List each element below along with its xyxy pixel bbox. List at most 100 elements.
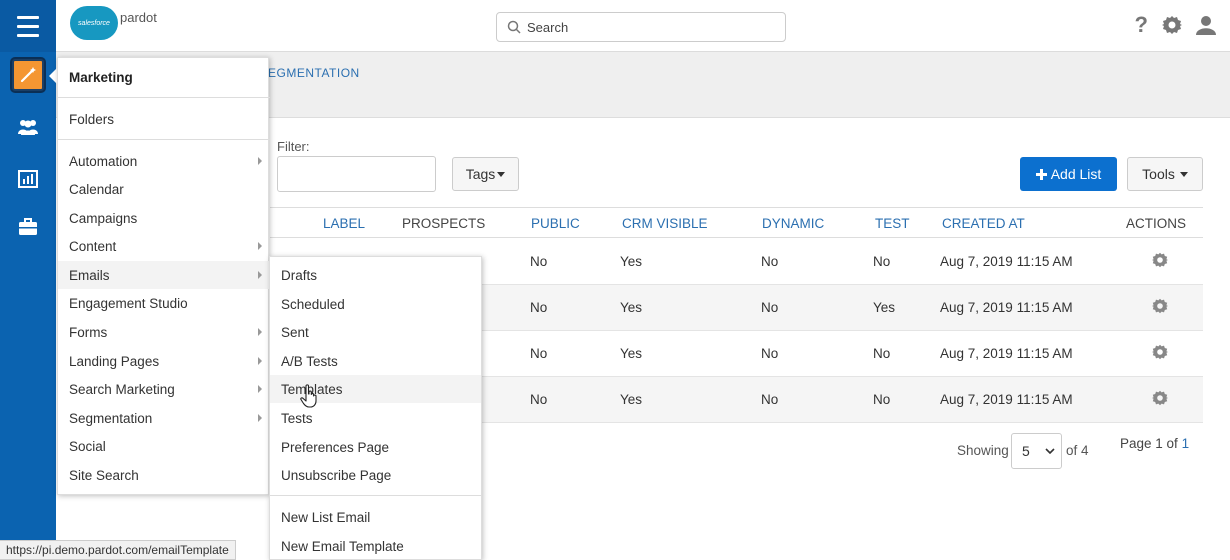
hamburger-icon bbox=[17, 13, 39, 40]
menu-item-engagement-studio[interactable]: Engagement Studio bbox=[58, 289, 270, 317]
menu-pointer bbox=[49, 68, 57, 84]
page-size-select[interactable]: 5 bbox=[1011, 433, 1062, 469]
menu-item-forms[interactable]: Forms bbox=[58, 318, 270, 346]
cell-created-at: Aug 7, 2019 11:15 AM bbox=[940, 392, 1073, 407]
cell-crm-visible: Yes bbox=[620, 254, 643, 269]
table-header: LABEL PROSPECTS PUBLIC CRM VISIBLE DYNAM… bbox=[270, 207, 1203, 238]
menu-item-segmentation[interactable]: Segmentation bbox=[58, 404, 270, 432]
menu-item-content[interactable]: Content bbox=[58, 232, 270, 260]
menu-item-folders[interactable]: Folders bbox=[58, 105, 270, 133]
menu-item-emails[interactable]: Emails bbox=[58, 261, 270, 289]
menu-item-search-marketing[interactable]: Search Marketing bbox=[58, 375, 270, 403]
cell-created-at: Aug 7, 2019 11:15 AM bbox=[940, 346, 1073, 361]
menu-title: Marketing bbox=[69, 69, 133, 85]
menu-divider bbox=[58, 97, 270, 98]
submenu-item-new-email-template[interactable]: New Email Template bbox=[270, 532, 481, 560]
search-icon bbox=[507, 20, 521, 34]
add-list-button[interactable]: Add List bbox=[1020, 157, 1117, 191]
menu-item-calendar[interactable]: Calendar bbox=[58, 175, 270, 203]
chevron-right-icon bbox=[258, 414, 262, 422]
emails-submenu: Drafts Scheduled Sent A/B Tests Template… bbox=[269, 256, 482, 560]
col-header-label[interactable]: LABEL bbox=[323, 216, 365, 231]
submenu-item-drafts[interactable]: Drafts bbox=[270, 261, 481, 289]
magic-wand-icon bbox=[12, 59, 44, 91]
cell-created-at: Aug 7, 2019 11:15 AM bbox=[940, 254, 1073, 269]
pardot-logo[interactable]: salesforce pardot bbox=[70, 6, 157, 40]
menu-item-social[interactable]: Social bbox=[58, 432, 270, 460]
cell-crm-visible: Yes bbox=[620, 300, 643, 315]
menu-item-site-search[interactable]: Site Search bbox=[58, 461, 270, 489]
col-header-prospects: PROSPECTS bbox=[402, 216, 486, 231]
menu-item-automation[interactable]: Automation bbox=[58, 147, 270, 175]
submenu-item-preferences-page[interactable]: Preferences Page bbox=[270, 433, 481, 461]
submenu-item-sent[interactable]: Sent bbox=[270, 318, 481, 346]
cell-dynamic: No bbox=[761, 392, 779, 407]
row-actions-gear-icon[interactable] bbox=[1152, 252, 1168, 268]
hamburger-menu-button[interactable] bbox=[0, 0, 56, 52]
cell-public: No bbox=[530, 346, 548, 361]
gear-icon[interactable] bbox=[1162, 15, 1182, 35]
nav-admin-button[interactable] bbox=[0, 210, 56, 244]
breadcrumb[interactable]: EGMENTATION bbox=[268, 66, 360, 80]
filter-label: Filter: bbox=[277, 139, 310, 154]
briefcase-icon bbox=[19, 218, 37, 235]
col-header-test[interactable]: TEST bbox=[875, 216, 910, 231]
submenu-item-ab-tests[interactable]: A/B Tests bbox=[270, 347, 481, 375]
cell-test: No bbox=[873, 392, 891, 407]
page-link-last[interactable]: 1 bbox=[1182, 436, 1190, 451]
cell-dynamic: No bbox=[761, 300, 779, 315]
people-icon bbox=[18, 120, 38, 135]
showing-label: Showing bbox=[957, 443, 1009, 458]
col-header-public[interactable]: PUBLIC bbox=[531, 216, 580, 231]
cell-test: Yes bbox=[873, 300, 896, 315]
tags-dropdown-button[interactable]: Tags bbox=[452, 157, 519, 191]
col-header-created-at[interactable]: CREATED AT bbox=[942, 216, 1025, 231]
nav-reports-button[interactable] bbox=[0, 162, 56, 196]
search-input[interactable] bbox=[527, 19, 767, 35]
submenu-item-unsubscribe-page[interactable]: Unsubscribe Page bbox=[270, 461, 481, 489]
cell-crm-visible: Yes bbox=[620, 346, 643, 361]
cell-test: No bbox=[873, 346, 891, 361]
top-header: salesforce pardot ? bbox=[56, 0, 1230, 52]
menu-item-campaigns[interactable]: Campaigns bbox=[58, 204, 270, 232]
submenu-item-scheduled[interactable]: Scheduled bbox=[270, 290, 481, 318]
cell-public: No bbox=[530, 392, 548, 407]
salesforce-cloud-logo: salesforce bbox=[70, 6, 118, 40]
menu-divider bbox=[58, 139, 270, 140]
chevron-right-icon bbox=[258, 357, 262, 365]
nav-marketing-button[interactable] bbox=[0, 56, 56, 94]
col-header-actions: ACTIONS bbox=[1126, 216, 1187, 231]
browser-status-bar: https://pi.demo.pardot.com/emailTemplate bbox=[0, 540, 236, 560]
menu-item-landing-pages[interactable]: Landing Pages bbox=[58, 347, 270, 375]
submenu-divider bbox=[270, 495, 481, 496]
left-nav bbox=[0, 0, 56, 560]
col-header-crm-visible[interactable]: CRM VISIBLE bbox=[622, 216, 708, 231]
chevron-right-icon bbox=[258, 385, 262, 393]
caret-down-icon bbox=[1179, 171, 1188, 177]
row-actions-gear-icon[interactable] bbox=[1152, 390, 1168, 406]
logo-text: pardot bbox=[120, 9, 157, 25]
cell-created-at: Aug 7, 2019 11:15 AM bbox=[940, 300, 1073, 315]
nav-prospects-button[interactable] bbox=[0, 110, 56, 144]
col-header-dynamic[interactable]: DYNAMIC bbox=[762, 216, 824, 231]
page-label: Page 1 of bbox=[1120, 436, 1178, 451]
submenu-item-new-list-email[interactable]: New List Email bbox=[270, 503, 481, 531]
total-count-label: of 4 bbox=[1066, 443, 1089, 458]
tools-dropdown-button[interactable]: Tools bbox=[1127, 157, 1203, 191]
marketing-flyout-menu: Marketing Folders Automation Calendar Ca… bbox=[57, 57, 270, 495]
user-icon[interactable] bbox=[1196, 15, 1216, 35]
filter-input[interactable] bbox=[277, 156, 436, 192]
cell-test: No bbox=[873, 254, 891, 269]
help-icon[interactable]: ? bbox=[1135, 14, 1148, 36]
row-actions-gear-icon[interactable] bbox=[1152, 344, 1168, 360]
submenu-item-tests[interactable]: Tests bbox=[270, 404, 481, 432]
chevron-right-icon bbox=[258, 328, 262, 336]
hand-pointer-cursor-icon bbox=[300, 384, 317, 408]
global-search bbox=[496, 12, 786, 42]
chevron-right-icon bbox=[258, 157, 262, 165]
row-actions-gear-icon[interactable] bbox=[1152, 298, 1168, 314]
chevron-right-icon bbox=[258, 271, 262, 279]
cell-dynamic: No bbox=[761, 346, 779, 361]
tools-label: Tools bbox=[1142, 166, 1175, 182]
header-icons: ? bbox=[1135, 14, 1216, 36]
